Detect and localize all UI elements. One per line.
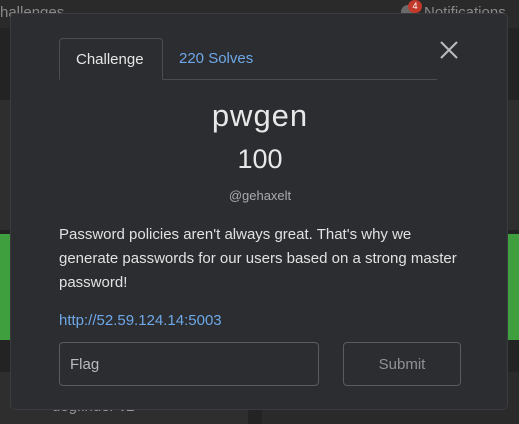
tab-solves[interactable]: 220 Solves [163,38,269,80]
close-icon-glyph [440,41,458,59]
challenge-modal: Challenge 220 Solves pwgen 100 @gehaxelt… [10,13,508,410]
tab-challenge[interactable]: Challenge [59,38,163,80]
challenge-points: 100 [237,144,283,174]
close-icon[interactable] [437,38,461,62]
notification-count-badge: 4 [408,0,422,13]
submit-button[interactable]: Submit [343,342,461,386]
challenge-title: pwgen [211,98,309,133]
challenge-description: Password policies aren't always great. T… [59,226,457,291]
modal-tabs: Challenge 220 Solves [59,38,437,80]
flag-input[interactable] [59,342,319,386]
challenge-url-link[interactable]: http://52.59.124.14:5003 [59,312,222,329]
challenge-author: @gehaxelt [228,188,292,203]
